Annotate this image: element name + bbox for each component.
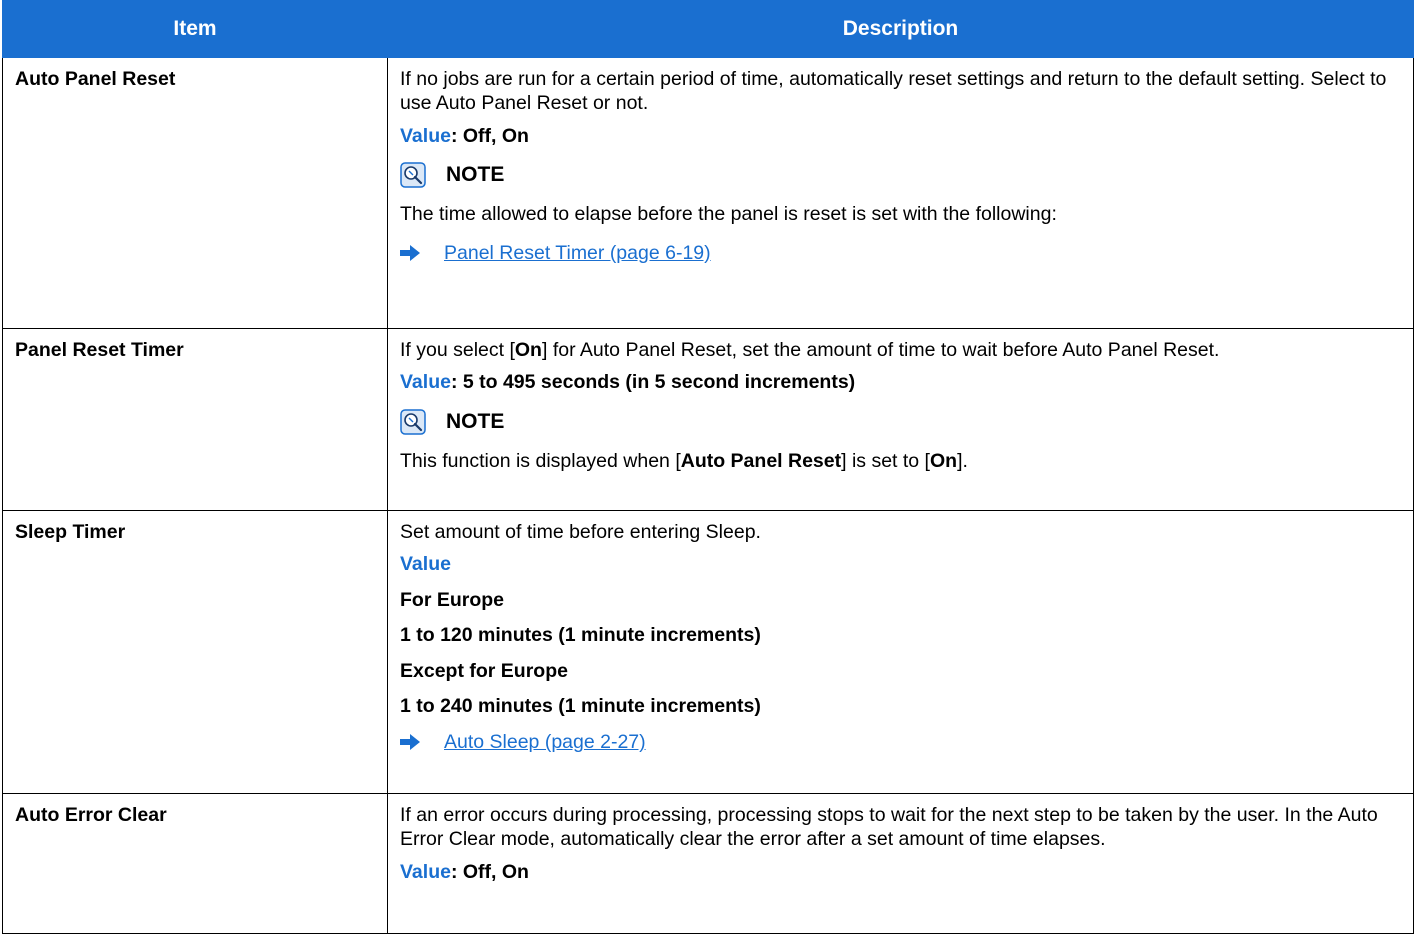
text-part: ] for Auto Panel Reset, set the amount o…	[541, 339, 1220, 361]
note-header: NOTE	[400, 162, 1401, 188]
description-cell: If no jobs are run for a certain period …	[387, 57, 1414, 329]
cross-reference: Panel Reset Timer (page 6-19)	[400, 241, 1401, 265]
region-label: Except for Europe	[400, 659, 568, 682]
description-cell: Set amount of time before entering Sleep…	[387, 510, 1414, 794]
table-row: Panel Reset Timer If you select [On] for…	[2, 328, 1414, 511]
item-auto-error-clear: Auto Error Clear	[2, 793, 388, 934]
table-header-row: Item Description	[2, 0, 1414, 58]
lightbulb-note-icon	[400, 162, 426, 188]
cross-reference: Auto Sleep (page 2-27)	[400, 730, 1401, 754]
text-part: If you select [	[400, 339, 515, 361]
description-text: If an error occurs during processing, pr…	[400, 804, 1378, 851]
value-text: : Off, On	[450, 860, 529, 883]
text-part-bold: On	[929, 450, 958, 472]
right-arrow-icon	[400, 244, 420, 261]
link-auto-sleep[interactable]: Auto Sleep (page 2-27)	[444, 730, 646, 754]
right-arrow-icon	[400, 734, 420, 751]
description-text: Set amount of time before entering Sleep…	[400, 521, 761, 543]
text-part: This function is displayed when [	[400, 450, 681, 472]
value-range: 1 to 120 minutes (1 minute increments)	[400, 624, 761, 647]
value-line: Value: Off, On	[400, 860, 1401, 884]
value-line: Value: Off, On	[400, 124, 1401, 148]
value-range: 1 to 240 minutes (1 minute increments)	[400, 694, 761, 717]
text-part-bold: On	[514, 339, 542, 361]
note-text: This function is displayed when [Auto Pa…	[400, 449, 1401, 473]
value-text: : 5 to 495 seconds (in 5 second incremen…	[450, 371, 856, 394]
text-part: ].	[957, 450, 968, 472]
header-description: Description	[387, 0, 1414, 58]
description-cell: If you select [On] for Auto Panel Reset,…	[387, 328, 1414, 511]
link-panel-reset-timer[interactable]: Panel Reset Timer (page 6-19)	[444, 241, 711, 265]
note-title: NOTE	[446, 163, 505, 187]
lightbulb-note-icon	[400, 409, 426, 435]
table-row: Sleep Timer Set amount of time before en…	[2, 510, 1414, 794]
region-label: For Europe	[400, 588, 505, 611]
text-part-bold: Auto Panel Reset	[680, 450, 842, 472]
value-label: Value	[400, 124, 451, 147]
value-text: : Off, On	[450, 124, 529, 147]
item-sleep-timer: Sleep Timer	[2, 510, 388, 794]
value-label: Value	[400, 553, 451, 576]
item-auto-panel-reset: Auto Panel Reset	[2, 57, 388, 329]
table-row: Auto Panel Reset If no jobs are run for …	[2, 57, 1414, 329]
value-label: Value	[400, 860, 451, 883]
description-text: If no jobs are run for a certain period …	[400, 68, 1387, 115]
text-part: ] is set to [	[841, 450, 930, 472]
note-text: The time allowed to elapse before the pa…	[400, 203, 1057, 226]
description-cell: If an error occurs during processing, pr…	[387, 793, 1414, 934]
value-label: Value	[400, 371, 451, 394]
settings-table: Item Description Auto Panel Reset If no …	[2, 0, 1414, 934]
table-row: Auto Error Clear If an error occurs duri…	[2, 793, 1414, 934]
header-item: Item	[2, 0, 388, 58]
item-panel-reset-timer: Panel Reset Timer	[2, 328, 388, 511]
note-title: NOTE	[446, 409, 505, 433]
description-text: If you select [On] for Auto Panel Reset,…	[400, 338, 1401, 362]
value-line: Value: 5 to 495 seconds (in 5 second inc…	[400, 370, 1401, 394]
note-header: NOTE	[400, 409, 1401, 435]
